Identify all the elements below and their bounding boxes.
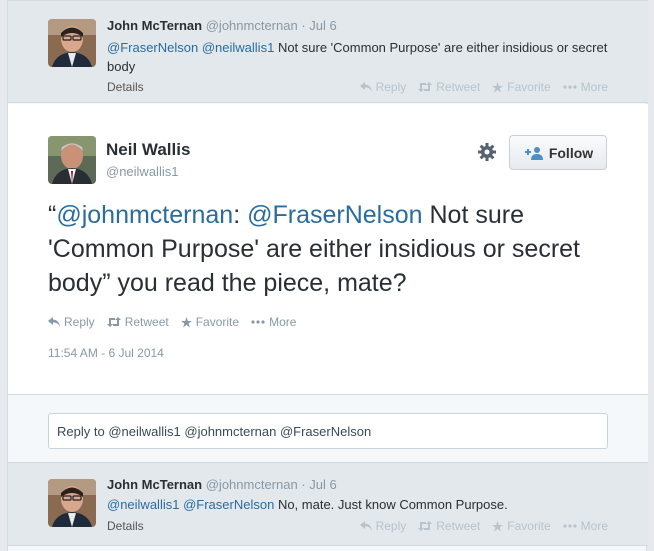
favorite-label: Favorite <box>195 315 240 329</box>
favorite-label: Favorite <box>507 80 551 94</box>
follow-button[interactable]: Follow <box>509 135 607 170</box>
colon: : <box>233 201 241 229</box>
more-button[interactable]: More <box>251 315 296 329</box>
retweet-label: Retweet <box>436 80 481 94</box>
reply-label: Reply <box>375 80 407 94</box>
reply-button[interactable]: Reply <box>359 80 407 94</box>
retweet-button[interactable]: Retweet <box>418 519 480 533</box>
author-handle[interactable]: @neilwallis1 <box>106 164 178 179</box>
author-handle[interactable]: @johnmcternan <box>206 477 298 492</box>
mention-link[interactable]: @neilwallis1 <box>202 40 274 55</box>
reply-recipients: @neilwallis1 @johnmcternan @FraserNelson <box>108 424 372 439</box>
tweet-actions: Reply Retweet Favorite More <box>48 315 296 329</box>
tweet-body: No, mate. Just know Common Purpose. <box>277 497 508 512</box>
tweet-text: @neilwallis1 @FraserNelson No, mate. Jus… <box>107 495 627 514</box>
retweet-icon <box>418 82 433 92</box>
more-label: More <box>580 80 608 94</box>
more-button[interactable]: More <box>563 519 608 533</box>
star-icon <box>492 81 504 92</box>
tweet-header: John McTernan @johnmcternan · Jul 6 <box>107 477 337 492</box>
mention-link[interactable]: @FraserNelson <box>247 201 422 229</box>
avatar[interactable] <box>48 479 96 527</box>
tweet-date[interactable]: Jul 6 <box>309 477 336 492</box>
reply-tweet-2[interactable]: John McTernan @johnmcternan · Jul 6 @nei… <box>8 462 648 546</box>
tweet-text: @FraserNelson @neilwallis1 Not sure 'Com… <box>107 38 627 76</box>
favorite-button[interactable]: Favorite <box>492 80 551 94</box>
gear-icon[interactable] <box>477 142 497 162</box>
reply-button[interactable]: Reply <box>359 519 407 533</box>
reply-button[interactable]: Reply <box>48 315 95 329</box>
more-label: More <box>269 315 297 329</box>
more-dots-icon <box>563 85 577 89</box>
details-link[interactable]: Details <box>107 519 144 533</box>
favorite-button[interactable]: Favorite <box>492 519 551 533</box>
author-name[interactable]: John McTernan <box>107 18 202 33</box>
reply-input[interactable]: Reply to @neilwallis1 @johnmcternan @Fra… <box>48 413 608 449</box>
mention-link[interactable]: @neilwallis1 <box>107 497 179 512</box>
tweet-date[interactable]: Jul 6 <box>309 18 336 33</box>
favorite-label: Favorite <box>507 519 551 533</box>
reply-label: Reply <box>375 519 407 533</box>
star-icon <box>492 520 504 531</box>
more-button[interactable]: More <box>563 80 608 94</box>
details-link[interactable]: Details <box>107 80 144 94</box>
retweet-label: Retweet <box>436 519 481 533</box>
tweet-timestamp[interactable]: 11:54 AM - 6 Jul 2014 <box>48 346 164 360</box>
retweet-label: Retweet <box>124 315 169 329</box>
mention-link[interactable]: @FraserNelson <box>183 497 274 512</box>
reply-prefix: Reply to <box>57 424 105 439</box>
avatar[interactable] <box>48 19 96 67</box>
reply-tweet-1[interactable]: John McTernan @johnmcternan · Jul 6 @Fra… <box>8 0 648 103</box>
avatar[interactable] <box>48 136 96 184</box>
author-name[interactable]: John McTernan <box>107 477 202 492</box>
separator: · <box>301 18 306 33</box>
mention-link[interactable]: @FraserNelson <box>107 40 198 55</box>
retweet-button[interactable]: Retweet <box>418 80 480 94</box>
main-tweet: Neil Wallis @neilwallis1 Follow “@johnmc… <box>8 104 648 394</box>
tweet-text: “@johnmcternan: @FraserNelson Not sure '… <box>48 198 608 300</box>
more-label: More <box>580 519 608 533</box>
mention-link[interactable]: @johnmcternan <box>56 201 233 229</box>
star-icon <box>180 316 192 327</box>
follow-label: Follow <box>548 144 594 161</box>
tweet-actions: Reply Retweet Favorite More <box>359 519 608 533</box>
more-dots-icon <box>251 320 265 324</box>
reply-icon <box>48 317 60 327</box>
reply-icon <box>359 82 372 92</box>
favorite-button[interactable]: Favorite <box>180 315 240 329</box>
tweet-actions: Reply Retweet Favorite More <box>359 80 608 94</box>
author-handle[interactable]: @johnmcternan <box>206 18 298 33</box>
reply-label: Reply <box>64 315 95 329</box>
conversation-frame: John McTernan @johnmcternan · Jul 6 @Fra… <box>7 0 648 551</box>
add-user-icon <box>524 146 543 160</box>
separator: · <box>301 477 306 492</box>
author-name[interactable]: Neil Wallis <box>106 140 190 160</box>
reply-icon <box>359 521 372 531</box>
more-dots-icon <box>563 524 577 528</box>
retweet-icon <box>418 521 433 531</box>
retweet-button[interactable]: Retweet <box>106 315 169 329</box>
tweet-header: John McTernan @johnmcternan · Jul 6 <box>107 18 337 33</box>
reply-area: Reply to @neilwallis1 @johnmcternan @Fra… <box>8 394 648 462</box>
retweet-icon <box>106 317 121 327</box>
